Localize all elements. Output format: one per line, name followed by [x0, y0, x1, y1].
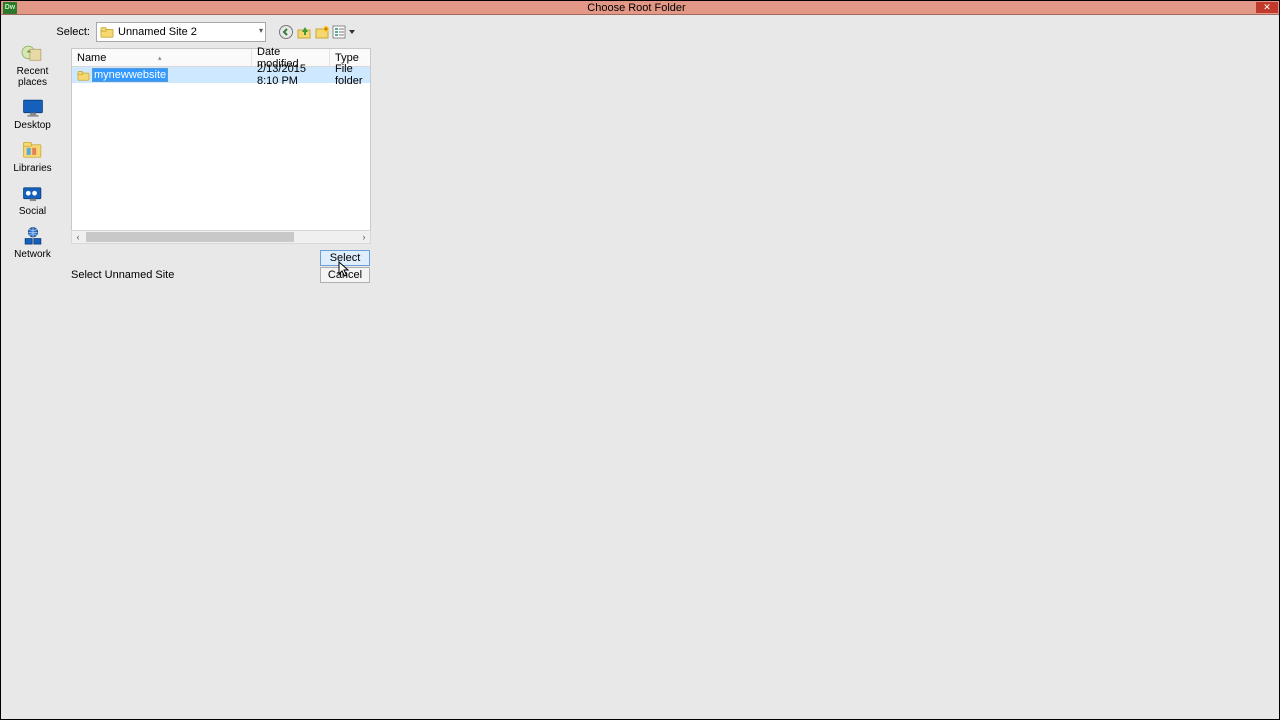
views-button[interactable] — [332, 24, 356, 40]
main-pane: Select: Unnamed Site 2 ▾ — [64, 15, 1279, 719]
sidebar-item-libraries[interactable]: Libraries — [5, 140, 61, 174]
scroll-thumb[interactable] — [86, 232, 294, 242]
back-button[interactable] — [278, 24, 294, 40]
column-headers: Name ▴ Date modified Type — [72, 49, 370, 67]
back-icon — [278, 24, 294, 40]
file-date-cell: 2/13/2015 8:10 PM — [252, 67, 330, 83]
scroll-right-button[interactable]: › — [358, 232, 370, 242]
path-dropdown[interactable]: Unnamed Site 2 ▾ — [96, 22, 266, 42]
nav-buttons — [278, 24, 356, 40]
views-icon — [332, 24, 356, 40]
rename-input[interactable]: mynewwebsite — [92, 68, 168, 82]
path-value: Unnamed Site 2 — [118, 26, 197, 38]
sidebar-item-label: Libraries — [13, 163, 51, 174]
sidebar-item-desktop[interactable]: Desktop — [5, 97, 61, 131]
social-icon — [20, 183, 46, 205]
window-root: Dw Choose Root Folder ✕ Recent places De… — [0, 0, 1280, 720]
sidebar-item-recent-places[interactable]: Recent places — [5, 43, 61, 88]
scroll-track[interactable] — [84, 231, 358, 243]
scroll-left-button[interactable]: ‹ — [72, 232, 84, 242]
sidebar-item-label: Network — [14, 249, 51, 260]
sidebar-item-social[interactable]: Social — [5, 183, 61, 217]
chevron-down-icon: ▾ — [259, 26, 263, 35]
sidebar-item-label: Recent places — [5, 66, 61, 88]
cancel-button[interactable]: Cancel — [320, 267, 370, 283]
file-row[interactable]: mynewwebsite 2/13/2015 8:10 PM File fold… — [72, 67, 370, 83]
sidebar-item-label: Desktop — [14, 120, 51, 131]
select-label: Select: — [40, 26, 96, 38]
work-area: Recent places Desktop Libraries Social — [1, 15, 1279, 719]
up-icon — [296, 24, 312, 40]
libraries-icon — [20, 140, 46, 162]
recent-places-icon — [20, 43, 46, 65]
title-bar[interactable]: Dw Choose Root Folder ✕ — [1, 1, 1279, 15]
network-icon — [20, 226, 46, 248]
new-folder-icon — [314, 24, 330, 40]
horizontal-scrollbar[interactable]: ‹ › — [71, 230, 371, 244]
sidebar-item-network[interactable]: Network — [5, 226, 61, 260]
folder-icon — [100, 26, 114, 38]
file-type-cell: File folder — [330, 67, 370, 83]
file-list[interactable]: Name ▴ Date modified Type mynewwebsite 2… — [71, 48, 371, 244]
app-icon: Dw — [3, 2, 17, 14]
path-toolbar: Select: Unnamed Site 2 ▾ — [64, 21, 356, 43]
sidebar-item-label: Social — [19, 206, 46, 217]
up-button[interactable] — [296, 24, 312, 40]
select-button[interactable]: Select — [320, 250, 370, 266]
status-text: Select Unnamed Site — [71, 269, 174, 281]
column-name[interactable]: Name ▴ — [72, 49, 252, 66]
folder-icon — [77, 70, 90, 81]
places-sidebar: Recent places Desktop Libraries Social — [1, 15, 64, 719]
file-name-cell[interactable]: mynewwebsite — [72, 67, 252, 83]
sort-indicator-icon: ▴ — [158, 54, 162, 62]
window-title: Choose Root Folder — [17, 2, 1256, 14]
desktop-icon — [20, 97, 46, 119]
new-folder-button[interactable] — [314, 24, 330, 40]
close-button[interactable]: ✕ — [1256, 2, 1278, 13]
